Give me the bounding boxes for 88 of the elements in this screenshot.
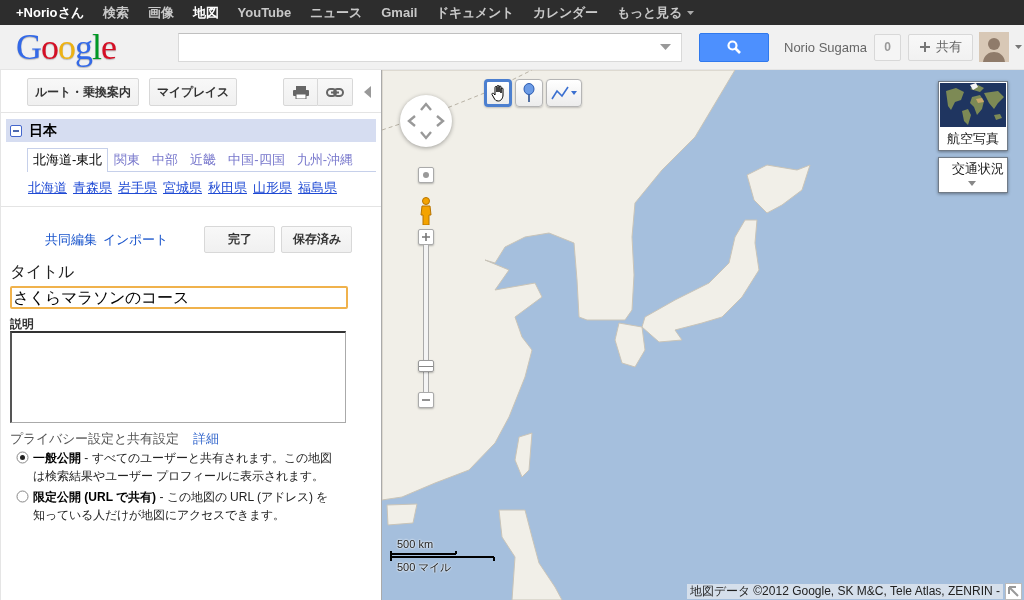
link-button[interactable] (318, 78, 353, 106)
radio-button[interactable] (16, 490, 29, 503)
option-label: 一般公開 - すべてのユーザーと共有されます。この地図は検索結果やユーザー プロフィールに表示されます。 (33, 450, 333, 485)
region-header[interactable]: 日本 (6, 119, 376, 142)
dot-icon (423, 172, 429, 178)
map-control-button[interactable] (418, 167, 434, 183)
satellite-button[interactable]: 航空写真 (938, 81, 1008, 151)
nav-link[interactable]: 地図 (192, 0, 219, 25)
nav-link[interactable]: ニュース (310, 0, 363, 25)
caret-left-icon[interactable] (364, 86, 371, 98)
radio-button[interactable] (16, 451, 29, 464)
caret-icon (967, 181, 976, 186)
prefecture-link[interactable]: 秋田県 (208, 180, 247, 196)
search-button[interactable] (699, 32, 769, 62)
print-button[interactable] (283, 78, 318, 106)
panel-button[interactable]: ルート・乗換案内 (27, 78, 139, 106)
traffic-button[interactable]: 交通状況 (938, 157, 1008, 193)
share-button[interactable]: 共有 (908, 33, 974, 61)
map-tool-button[interactable] (515, 79, 543, 107)
nav-link[interactable]: 画像 (147, 0, 174, 25)
action-button[interactable]: 完了 (204, 226, 275, 253)
logo[interactable]: Google (16, 27, 116, 67)
title-label: タイトル (10, 262, 74, 282)
prefecture-link[interactable]: 岩手県 (118, 180, 157, 196)
zoom-out-button[interactable] (418, 392, 434, 408)
minus-icon (422, 396, 430, 404)
prefecture-link[interactable]: 福島県 (298, 180, 337, 196)
text-link[interactable]: インポート (103, 230, 168, 249)
prefecture-link[interactable]: 宮城県 (163, 180, 202, 196)
nav-link[interactable]: ドキュメント (436, 0, 515, 25)
region-tab[interactable]: 中部 (146, 148, 185, 171)
caret-icon (687, 10, 695, 15)
island-shape (746, 164, 811, 214)
caret-icon[interactable] (660, 44, 671, 50)
avatar-icon[interactable] (979, 32, 1010, 62)
pin-icon (523, 83, 535, 103)
map-tool-button[interactable] (484, 79, 512, 107)
hand-icon (490, 84, 506, 102)
region-tab[interactable]: 北海道-東北 (27, 148, 109, 172)
chevron-left-icon[interactable] (406, 115, 418, 127)
more-menu[interactable]: もっと見る (617, 0, 695, 25)
region-tab[interactable]: 近畿 (184, 148, 223, 171)
nav-link[interactable]: Gmail (381, 0, 418, 25)
region-tab[interactable]: 関東 (108, 148, 147, 171)
option-label: 限定公開 (URL で共有) - この地図の URL (アドレス) を知っている人だけが地図にアクセスできます。 (33, 489, 330, 524)
island-shape (386, 503, 418, 526)
prefecture-link[interactable]: 山形県 (253, 180, 292, 196)
profile-link[interactable]: +Norioさん (16, 0, 84, 25)
nav-link[interactable]: カレンダー (533, 0, 599, 25)
map-tool-button[interactable] (546, 79, 582, 107)
scale-label: 500 km (397, 538, 434, 551)
prefecture-link[interactable]: 北海道 (28, 180, 67, 196)
world-map-thumbnail (940, 83, 1006, 127)
scale-label: 500 マイル (397, 561, 452, 574)
region-tab[interactable]: 九州-沖縄 (290, 148, 360, 171)
description-label: 説明 (10, 317, 34, 331)
plus-icon (919, 42, 930, 52)
corner-arrow-icon[interactable] (1005, 583, 1022, 600)
map-attribution: 地図データ ©2012 Google, SK M&C, Tele Atlas, ZENRIN - (686, 584, 1003, 599)
search-field[interactable] (178, 32, 682, 62)
region-tab[interactable]: 中国-四国 (222, 148, 291, 171)
caret-icon[interactable] (1015, 45, 1023, 49)
region-title: 日本 (29, 121, 57, 140)
description-field[interactable] (10, 331, 346, 423)
details-link[interactable]: 詳細 (193, 431, 219, 446)
minus-box-icon[interactable] (10, 124, 22, 137)
nav-link[interactable]: 検索 (102, 0, 129, 25)
prefecture-link[interactable]: 青森県 (73, 180, 112, 196)
chevron-down-icon[interactable] (420, 129, 432, 141)
title-input[interactable]: さくらマラソンのコース (10, 286, 348, 309)
chevron-up-icon[interactable] (420, 101, 432, 113)
plus-icon (422, 233, 430, 241)
zoom-slider-thumb[interactable] (418, 359, 434, 372)
search-icon (727, 40, 741, 54)
text-link[interactable]: 共同編集 (45, 230, 97, 249)
zoom-in-button[interactable] (418, 229, 434, 245)
caret-icon (571, 91, 577, 95)
island-shape (514, 432, 533, 478)
action-button[interactable]: 保存済み (281, 226, 352, 253)
panel-button[interactable]: マイプレイス (149, 78, 237, 106)
person-icon[interactable] (418, 197, 434, 225)
nav-link[interactable]: YouTube (237, 0, 292, 25)
user-name[interactable]: Norio Sugama (784, 39, 868, 55)
line-icon (551, 86, 569, 100)
privacy-label: プライバシー設定と共有設定 (10, 431, 179, 446)
link-icon (326, 87, 344, 97)
chevron-right-icon[interactable] (434, 115, 446, 127)
printer-icon (292, 85, 309, 99)
